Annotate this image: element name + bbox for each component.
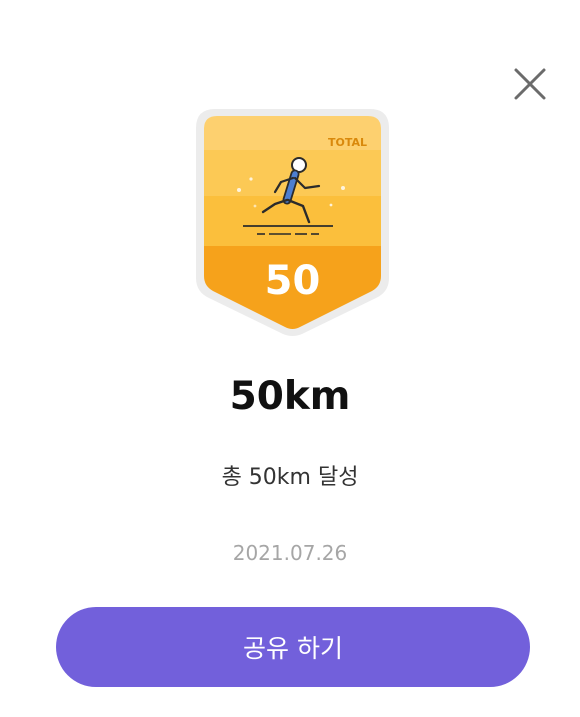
badge-total-label: TOTAL xyxy=(328,136,367,149)
achievement-title: 50km xyxy=(229,374,351,419)
close-button[interactable] xyxy=(508,62,550,104)
share-button[interactable]: 공유 하기 xyxy=(56,607,530,687)
achievement-date: 2021.07.26 xyxy=(232,541,348,565)
share-button-label: 공유 하기 xyxy=(243,634,343,663)
badge-number: 50 xyxy=(265,258,321,304)
achievement-badge: TOTAL 50 xyxy=(195,108,390,336)
achievement-description: 총 50km 달성 xyxy=(221,465,359,490)
close-icon xyxy=(514,68,546,100)
